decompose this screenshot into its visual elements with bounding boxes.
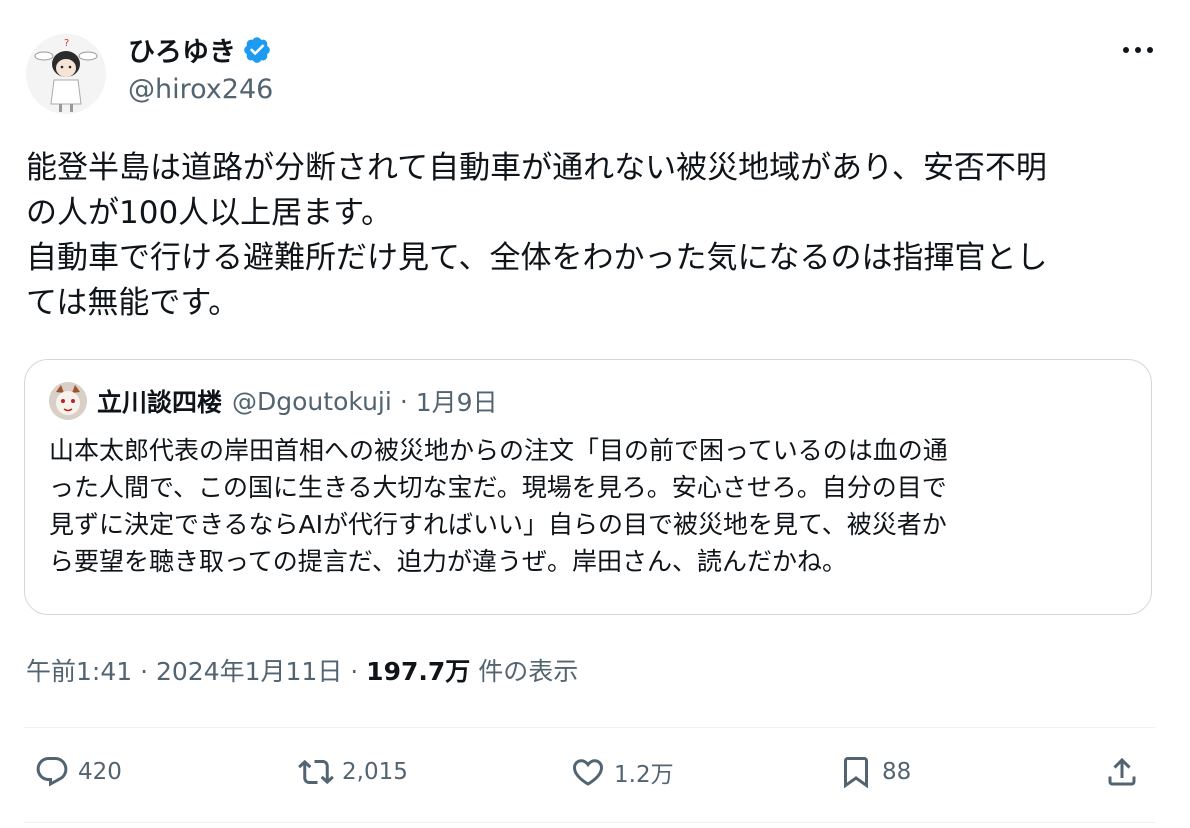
author-name-row: ひろゆき (128, 30, 272, 69)
retweet-button[interactable]: 2,015 (298, 754, 408, 790)
meta-separator: · (342, 657, 367, 686)
bookmark-button[interactable]: 88 (838, 754, 911, 790)
author-handle[interactable]: @hirox246 (128, 74, 273, 105)
author-name[interactable]: ひろゆき (128, 30, 236, 69)
bookmark-count: 88 (882, 759, 912, 785)
quoted-author-name: 立川談四楼 (97, 388, 223, 417)
verified-badge-icon (244, 36, 270, 63)
reply-count: 420 (78, 759, 122, 785)
quoted-author-avatar[interactable] (49, 382, 87, 420)
view-count: 197.7万 (366, 657, 471, 686)
share-button[interactable] (1104, 754, 1140, 790)
like-button[interactable]: 1.2万 (570, 754, 674, 790)
view-label: 件の表示 (470, 657, 579, 686)
tweet-text: 能登半島は道路が分断されて自動車が通れない被災地域があり、安否不明 の人が100… (26, 150, 1048, 321)
quoted-tweet-text: 山本太郎代表の岸田首相への被災地からの注文「目の前で困っているのは血の通 った人… (49, 436, 948, 576)
like-count: 1.2万 (614, 762, 674, 788)
reply-icon (36, 757, 68, 787)
more-icon[interactable] (1118, 38, 1158, 62)
meta-separator: · (132, 657, 156, 686)
bookmark-icon (844, 757, 868, 789)
tweet-meta: 午前1:41 · 2024年1月11日 · 197.7万 件の表示 (26, 652, 578, 688)
quoted-tweet[interactable]: 立川談四楼 @Dgoutokuji · 1月9日 山本太郎代表の岸田首相への被災… (24, 359, 1152, 615)
tweet-time[interactable]: 午前1:41 (26, 657, 132, 686)
retweet-icon (298, 759, 334, 785)
reply-button[interactable]: 420 (34, 754, 122, 790)
quoted-date: 1月9日 (415, 388, 498, 417)
svg-text:?: ? (64, 38, 69, 49)
action-bar: 420 2,015 1.2万 88 (0, 748, 1190, 808)
quoted-author-handle: @Dgoutokuji (232, 386, 392, 416)
quoted-tweet-header: 立川談四楼 @Dgoutokuji · 1月9日 (49, 382, 498, 420)
divider (24, 727, 1156, 728)
retweet-count: 2,015 (342, 759, 408, 785)
divider (24, 822, 1156, 823)
quoted-separator: · (399, 386, 408, 416)
tweet-date[interactable]: 2024年1月11日 (156, 657, 342, 686)
like-icon (572, 759, 604, 786)
author-avatar[interactable]: ? (26, 34, 106, 114)
share-icon (1108, 757, 1136, 786)
